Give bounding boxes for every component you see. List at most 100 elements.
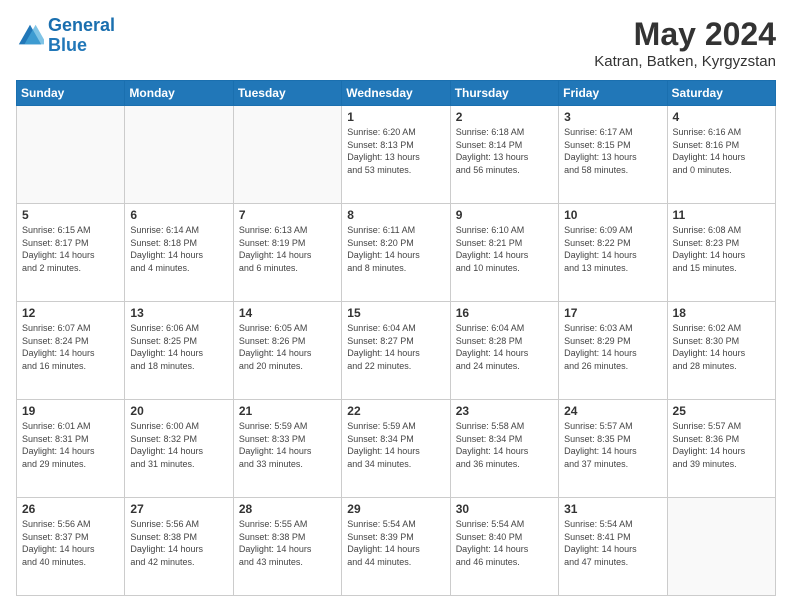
day-number: 24 xyxy=(564,404,661,418)
logo-text: General Blue xyxy=(48,16,115,56)
day-info: Sunrise: 6:13 AMSunset: 8:19 PMDaylight:… xyxy=(239,224,336,274)
day-number: 29 xyxy=(347,502,444,516)
day-info: Sunrise: 6:01 AMSunset: 8:31 PMDaylight:… xyxy=(22,420,119,470)
day-info: Sunrise: 6:00 AMSunset: 8:32 PMDaylight:… xyxy=(130,420,227,470)
day-info: Sunrise: 6:09 AMSunset: 8:22 PMDaylight:… xyxy=(564,224,661,274)
calendar-day-cell: 19 Sunrise: 6:01 AMSunset: 8:31 PMDayligh… xyxy=(17,400,125,498)
day-info: Sunrise: 5:56 AMSunset: 8:38 PMDaylight:… xyxy=(130,518,227,568)
day-info: Sunrise: 5:55 AMSunset: 8:38 PMDaylight:… xyxy=(239,518,336,568)
day-info: Sunrise: 6:18 AMSunset: 8:14 PMDaylight:… xyxy=(456,126,553,176)
subtitle: Katran, Batken, Kyrgyzstan xyxy=(594,53,776,70)
page: General Blue May 2024 Katran, Batken, Ky… xyxy=(0,0,792,612)
day-info: Sunrise: 6:08 AMSunset: 8:23 PMDaylight:… xyxy=(673,224,770,274)
day-number: 22 xyxy=(347,404,444,418)
day-info: Sunrise: 6:06 AMSunset: 8:25 PMDaylight:… xyxy=(130,322,227,372)
day-info: Sunrise: 5:59 AMSunset: 8:33 PMDaylight:… xyxy=(239,420,336,470)
day-of-week-header: Tuesday xyxy=(233,81,341,106)
day-number: 19 xyxy=(22,404,119,418)
calendar-day-cell: 7 Sunrise: 6:13 AMSunset: 8:19 PMDaylight… xyxy=(233,204,341,302)
day-number: 3 xyxy=(564,110,661,124)
calendar-day-cell xyxy=(667,498,775,596)
calendar-day-cell: 29 Sunrise: 5:54 AMSunset: 8:39 PMDayligh… xyxy=(342,498,450,596)
calendar-week-row: 19 Sunrise: 6:01 AMSunset: 8:31 PMDayligh… xyxy=(17,400,776,498)
calendar-day-cell: 25 Sunrise: 5:57 AMSunset: 8:36 PMDayligh… xyxy=(667,400,775,498)
calendar-day-cell: 17 Sunrise: 6:03 AMSunset: 8:29 PMDayligh… xyxy=(559,302,667,400)
day-number: 28 xyxy=(239,502,336,516)
day-number: 17 xyxy=(564,306,661,320)
day-of-week-header: Monday xyxy=(125,81,233,106)
calendar-day-cell: 1Sunrise: 6:20 AMSunset: 8:13 PMDaylight… xyxy=(342,106,450,204)
day-number: 15 xyxy=(347,306,444,320)
day-info: Sunrise: 6:02 AMSunset: 8:30 PMDaylight:… xyxy=(673,322,770,372)
calendar-day-cell: 21 Sunrise: 5:59 AMSunset: 8:33 PMDayligh… xyxy=(233,400,341,498)
day-number: 7 xyxy=(239,208,336,222)
calendar-day-cell: 4 Sunrise: 6:16 AMSunset: 8:16 PMDaylight… xyxy=(667,106,775,204)
day-info: Sunrise: 6:07 AMSunset: 8:24 PMDaylight:… xyxy=(22,322,119,372)
day-info: Sunrise: 6:10 AMSunset: 8:21 PMDaylight:… xyxy=(456,224,553,274)
calendar-day-cell: 6Sunrise: 6:14 AMSunset: 8:18 PMDaylight… xyxy=(125,204,233,302)
logo: General Blue xyxy=(16,16,115,56)
calendar-day-cell: 15Sunrise: 6:04 AMSunset: 8:27 PMDayligh… xyxy=(342,302,450,400)
day-info: Sunrise: 6:14 AMSunset: 8:18 PMDaylight:… xyxy=(130,224,227,274)
calendar-day-cell xyxy=(17,106,125,204)
day-of-week-header: Thursday xyxy=(450,81,558,106)
day-info: Sunrise: 6:11 AMSunset: 8:20 PMDaylight:… xyxy=(347,224,444,274)
calendar-day-cell: 11 Sunrise: 6:08 AMSunset: 8:23 PMDayligh… xyxy=(667,204,775,302)
calendar-table: SundayMondayTuesdayWednesdayThursdayFrid… xyxy=(16,80,776,596)
day-number: 5 xyxy=(22,208,119,222)
calendar-day-cell: 10Sunrise: 6:09 AMSunset: 8:22 PMDayligh… xyxy=(559,204,667,302)
day-info: Sunrise: 6:17 AMSunset: 8:15 PMDaylight:… xyxy=(564,126,661,176)
day-of-week-header: Wednesday xyxy=(342,81,450,106)
day-number: 16 xyxy=(456,306,553,320)
day-info: Sunrise: 6:03 AMSunset: 8:29 PMDaylight:… xyxy=(564,322,661,372)
day-number: 20 xyxy=(130,404,227,418)
main-title: May 2024 xyxy=(594,16,776,53)
day-info: Sunrise: 5:54 AMSunset: 8:41 PMDaylight:… xyxy=(564,518,661,568)
day-number: 1 xyxy=(347,110,444,124)
calendar-day-cell: 23 Sunrise: 5:58 AMSunset: 8:34 PMDayligh… xyxy=(450,400,558,498)
day-info: Sunrise: 6:16 AMSunset: 8:16 PMDaylight:… xyxy=(673,126,770,176)
calendar-day-cell xyxy=(125,106,233,204)
calendar-day-cell: 30Sunrise: 5:54 AMSunset: 8:40 PMDayligh… xyxy=(450,498,558,596)
day-number: 31 xyxy=(564,502,661,516)
day-number: 21 xyxy=(239,404,336,418)
calendar-day-cell: 8 Sunrise: 6:11 AMSunset: 8:20 PMDaylight… xyxy=(342,204,450,302)
calendar-week-row: 5 Sunrise: 6:15 AMSunset: 8:17 PMDaylight… xyxy=(17,204,776,302)
day-number: 8 xyxy=(347,208,444,222)
day-of-week-header: Sunday xyxy=(17,81,125,106)
day-number: 25 xyxy=(673,404,770,418)
logo-line2: Blue xyxy=(48,35,87,55)
calendar-day-cell: 28 Sunrise: 5:55 AMSunset: 8:38 PMDayligh… xyxy=(233,498,341,596)
calendar-day-cell: 20 Sunrise: 6:00 AMSunset: 8:32 PMDayligh… xyxy=(125,400,233,498)
calendar-day-cell: 26Sunrise: 5:56 AMSunset: 8:37 PMDayligh… xyxy=(17,498,125,596)
day-info: Sunrise: 5:58 AMSunset: 8:34 PMDaylight:… xyxy=(456,420,553,470)
calendar-day-cell: 2Sunrise: 6:18 AMSunset: 8:14 PMDaylight… xyxy=(450,106,558,204)
calendar-day-cell: 27Sunrise: 5:56 AMSunset: 8:38 PMDayligh… xyxy=(125,498,233,596)
day-info: Sunrise: 5:57 AMSunset: 8:36 PMDaylight:… xyxy=(673,420,770,470)
logo-icon xyxy=(16,22,44,50)
day-number: 30 xyxy=(456,502,553,516)
day-number: 9 xyxy=(456,208,553,222)
calendar-header-row: SundayMondayTuesdayWednesdayThursdayFrid… xyxy=(17,81,776,106)
day-number: 23 xyxy=(456,404,553,418)
day-info: Sunrise: 5:57 AMSunset: 8:35 PMDaylight:… xyxy=(564,420,661,470)
day-number: 12 xyxy=(22,306,119,320)
calendar-day-cell: 31 Sunrise: 5:54 AMSunset: 8:41 PMDayligh… xyxy=(559,498,667,596)
calendar-week-row: 12 Sunrise: 6:07 AMSunset: 8:24 PMDayligh… xyxy=(17,302,776,400)
calendar-day-cell: 12 Sunrise: 6:07 AMSunset: 8:24 PMDayligh… xyxy=(17,302,125,400)
day-info: Sunrise: 6:15 AMSunset: 8:17 PMDaylight:… xyxy=(22,224,119,274)
calendar-day-cell: 24 Sunrise: 5:57 AMSunset: 8:35 PMDayligh… xyxy=(559,400,667,498)
day-info: Sunrise: 5:54 AMSunset: 8:39 PMDaylight:… xyxy=(347,518,444,568)
day-info: Sunrise: 5:56 AMSunset: 8:37 PMDaylight:… xyxy=(22,518,119,568)
day-number: 4 xyxy=(673,110,770,124)
day-number: 11 xyxy=(673,208,770,222)
calendar-day-cell: 14 Sunrise: 6:05 AMSunset: 8:26 PMDayligh… xyxy=(233,302,341,400)
day-info: Sunrise: 6:05 AMSunset: 8:26 PMDaylight:… xyxy=(239,322,336,372)
day-number: 14 xyxy=(239,306,336,320)
header: General Blue May 2024 Katran, Batken, Ky… xyxy=(16,16,776,70)
calendar-week-row: 26Sunrise: 5:56 AMSunset: 8:37 PMDayligh… xyxy=(17,498,776,596)
calendar-day-cell: 22Sunrise: 5:59 AMSunset: 8:34 PMDayligh… xyxy=(342,400,450,498)
day-info: Sunrise: 6:04 AMSunset: 8:28 PMDaylight:… xyxy=(456,322,553,372)
calendar-week-row: 1Sunrise: 6:20 AMSunset: 8:13 PMDaylight… xyxy=(17,106,776,204)
calendar-day-cell xyxy=(233,106,341,204)
